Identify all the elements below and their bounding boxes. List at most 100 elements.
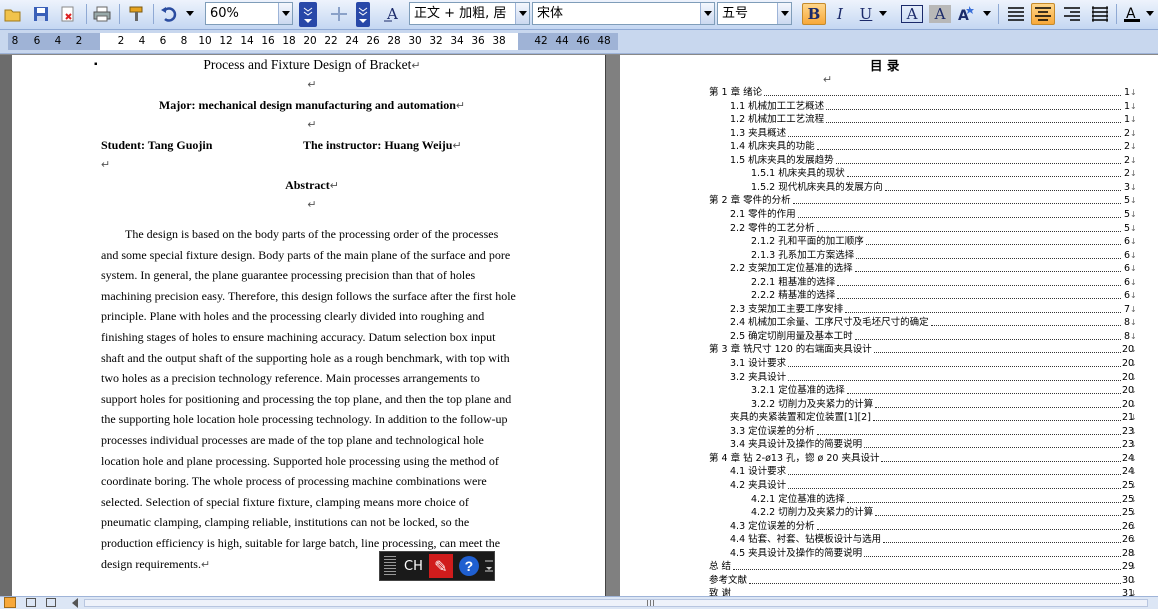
toc-entry[interactable]: 2.4 机械加工余量、工序尺寸及毛坯尺寸的确定 8 ↓ [730,316,1137,330]
chevron-down-icon[interactable] [700,3,714,24]
toolbar-options-icon-2[interactable] [356,2,370,27]
toc-entry[interactable]: 第 2 章 零件的分析 5 ↓ [709,194,1137,208]
ruler-tick: 36 [471,35,485,47]
toc-entry-title: 第 1 章 绪论 [709,87,763,98]
toc-entry[interactable]: 2.1.2 孔和平面的加工顺序 6 ↓ [751,235,1137,249]
toc-entry[interactable]: 1.3 夹具概述 2 ↓ [730,127,1137,141]
language-bar[interactable]: CH ✎ ? [379,551,495,581]
underline-dropdown-icon[interactable] [877,3,889,25]
toc-entry[interactable]: 4.1 设计要求 24 ↓ [730,465,1137,479]
open-icon[interactable] [2,3,24,25]
font-select[interactable]: 宋体 [532,2,715,25]
toc-entry[interactable]: 3.1 设计要求 20 ↓ [730,357,1137,371]
view-status-bar [0,596,1158,609]
normal-view-icon[interactable] [4,597,16,608]
grip-handle[interactable] [384,556,396,576]
toc-entry[interactable]: 参考文献 30 ↓ [709,574,1137,588]
distributed-align-icon[interactable] [1088,3,1112,25]
horizontal-ruler[interactable]: 8 6 4 2 2 4 6 8 10 12 14 16 18 20 22 24 26 28 30 32 34 36 38 42… [0,30,1158,83]
toc-entry[interactable]: 1.5 机床夹具的发展趋势 2 ↓ [730,154,1137,168]
help-icon[interactable]: ? [458,556,479,576]
toc-entry[interactable]: 总 结 29 ↓ [709,560,1137,574]
toc-entry[interactable]: 3.4 夹具设计及操作的简要说明 23 ↓ [730,438,1137,452]
save-icon[interactable] [30,3,52,25]
font-color-button[interactable]: A A [1121,3,1143,25]
chevron-down-icon[interactable] [515,3,529,24]
toc-entry[interactable]: 4.5 夹具设计及操作的简要说明 28 ↓ [730,547,1137,561]
align-right-icon[interactable] [1060,3,1084,25]
toolbar-options-icon[interactable] [299,2,317,27]
web-view-icon[interactable] [26,598,36,607]
toc-entry[interactable]: 2.2.1 粗基准的选择 6 ↓ [751,276,1137,290]
underline-button[interactable]: U [855,3,877,25]
align-center-icon[interactable] [1031,3,1055,25]
toc-entry[interactable]: 1.4 机床夹具的功能 2 ↓ [730,140,1137,154]
pdf-icon[interactable] [57,3,79,25]
font-size-select[interactable]: 五号 [717,2,792,25]
toc-entry[interactable]: 2.2 零件的工艺分析 5 ↓ [730,222,1137,236]
style-select[interactable]: 正文 + 加粗, 居 [409,2,530,25]
text-effects-icon[interactable]: A [955,3,979,25]
drawing-icon[interactable] [327,3,351,25]
ruler-tick: 22 [324,35,338,47]
toc-entry[interactable]: 3.2.2 切削力及夹紧力的计算 20 ↓ [751,398,1137,412]
toc-entry[interactable]: 2.1.3 孔系加工方案选择 6 ↓ [751,249,1137,263]
format-painter-icon[interactable] [124,3,148,25]
right-page[interactable]: 目 录 ↵ 第 1 章 绪论 1 ↓ 1.1 机械加工工艺概述 1 ↓ 1.2 机械加工工艺… [620,55,1158,599]
toc-leader [797,208,1121,218]
toc-entry[interactable]: 1.1 机械加工工艺概述 1 ↓ [730,100,1137,114]
toc-entry[interactable]: 2.2.2 精基准的选择 6 ↓ [751,289,1137,303]
toc-page-number: 24 [1122,466,1135,478]
chevron-down-icon[interactable] [278,3,292,24]
toc-entry[interactable]: 1.5.1 机床夹具的现状 2 ↓ [751,167,1137,181]
toc-entry[interactable]: 2.3 支架加工主要工序安排 7 ↓ [730,303,1137,317]
scroll-left-icon[interactable] [72,598,78,608]
toc-entry[interactable]: 第 3 章 铣尺寸 120 的右端面夹具设计 20 ↓ [709,343,1137,357]
effects-dropdown-icon[interactable] [981,3,993,25]
align-justify-icon[interactable] [1004,3,1028,25]
print-icon[interactable] [91,3,113,25]
horizontal-scrollbar[interactable] [84,599,1148,607]
toc-entry-title: 1.4 机床夹具的功能 [730,141,815,153]
chevron-down-icon[interactable] [777,3,791,24]
char-shading-button[interactable]: A [929,5,951,23]
char-border-button[interactable]: A [901,5,923,23]
langbar-menu-icon[interactable] [484,556,493,576]
bold-button[interactable]: B [802,3,826,25]
toc-entry[interactable]: 第 1 章 绪论 1 ↓ [709,86,1137,100]
toc-entry[interactable]: 4.4 钻套、衬套、钻模板设计与选用 26 ↓ [730,533,1137,547]
toc-entry[interactable]: 3.3 定位误差的分析 23 ↓ [730,425,1137,439]
toc-leader [835,154,1121,164]
toc-entry[interactable]: 3.2.1 定位基准的选择 20 ↓ [751,384,1137,398]
toc-entry[interactable]: 2.1 零件的作用 5 ↓ [730,208,1137,222]
document-area: ▪ Process and Fixture Design of Bracket↵… [0,55,1158,599]
left-page[interactable]: ▪ Process and Fixture Design of Bracket↵… [12,55,606,596]
toc-entry[interactable]: 4.2.2 切削力及夹紧力的计算 25 ↓ [751,506,1137,520]
undo-dropdown-icon[interactable] [183,3,197,25]
ruler-tick: 38 [492,35,506,47]
toc-entry[interactable]: 2.2 支架加工定位基准的选择 6 ↓ [730,262,1137,276]
ime-icon[interactable]: ✎ [428,554,453,578]
toc-entry[interactable]: 1.2 机械加工工艺流程 1 ↓ [730,113,1137,127]
print-view-icon[interactable] [46,598,56,607]
toc-page-number: 24 [1122,452,1135,464]
toc-entry[interactable]: 夹具的夹紧装置和定位装置[1][2] 21 ↓ [730,411,1137,425]
style-icon[interactable]: A [383,3,407,25]
abstract-line: design requirements.↵ [101,554,210,576]
toc-entry[interactable]: 4.2.1 定位基准的选择 25 ↓ [751,493,1137,507]
font-color-dropdown-icon[interactable] [1144,3,1156,25]
toc-leader [788,371,1121,381]
undo-icon[interactable] [158,3,180,25]
scroll-thumb[interactable] [635,600,665,606]
toc-entry[interactable]: 3.2 夹具设计 20 ↓ [730,371,1137,385]
toc-entry[interactable]: 4.3 定位误差的分析 26 ↓ [730,520,1137,534]
abstract-line-text: shaft and the output shaft of the suppor… [101,350,510,365]
zoom-select[interactable]: 60% [205,2,293,25]
toc-page-number: 1 [1123,87,1130,98]
toc-entry[interactable]: 1.5.2 现代机床夹具的发展方向 3 ↓ [751,181,1137,195]
italic-button[interactable]: I [829,3,851,25]
toc-entry-title: 3.2.1 定位基准的选择 [751,385,845,397]
toc-entry[interactable]: 4.2 夹具设计 25 ↓ [730,479,1137,493]
toc-entry[interactable]: 第 4 章 钻 2-ø13 孔，锪 ø 20 夹具设计 24 ↓ [709,452,1137,466]
toc-entry[interactable]: 2.5 确定切削用量及基本工时 8 ↓ [730,330,1137,344]
